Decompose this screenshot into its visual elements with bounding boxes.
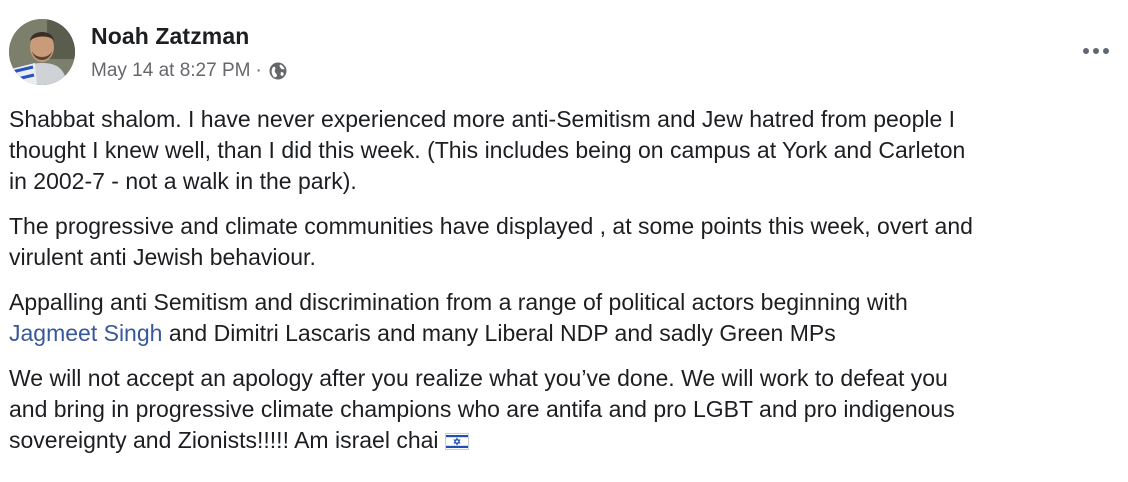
facebook-post: Noah Zatzman May 14 at 8:27 PM · Shabbat…: [0, 0, 1128, 482]
text-line: sovereignty and Zionists!!!!! Am israel …: [9, 427, 439, 453]
meta-separator: ·: [255, 60, 262, 81]
text-line: We will not accept an apology after you …: [9, 365, 948, 391]
more-dot-icon: [1093, 48, 1099, 54]
more-dot-icon: [1083, 48, 1089, 54]
profile-photo-icon: [9, 19, 75, 85]
text-line: in 2002-7 - not a walk in the park).: [9, 168, 357, 194]
avatar[interactable]: [9, 19, 75, 85]
text-line: thought I knew well, than I did this wee…: [9, 137, 966, 163]
text-line: and bring in progressive climate champio…: [9, 396, 955, 422]
more-options-button[interactable]: [1076, 40, 1116, 62]
paragraph-4: We will not accept an apology after you …: [9, 363, 1124, 456]
text-line: Appalling anti Semitism and discriminati…: [9, 289, 908, 315]
paragraph-3: Appalling anti Semitism and discriminati…: [9, 287, 1124, 349]
text-line: and Dimitri Lascaris and many Liberal ND…: [162, 320, 836, 346]
mention-link[interactable]: Jagmeet Singh: [9, 320, 162, 346]
post-meta: May 14 at 8:27 PM ·: [91, 60, 288, 82]
israel-flag-icon: [444, 427, 469, 450]
author-name[interactable]: Noah Zatzman: [91, 23, 249, 50]
text-line: The progressive and climate communities …: [9, 213, 973, 239]
paragraph-1: Shabbat shalom. I have never experienced…: [9, 104, 1124, 197]
text-line: virulent anti Jewish behaviour.: [9, 244, 316, 270]
post-body: Shabbat shalom. I have never experienced…: [9, 104, 1124, 470]
globe-icon[interactable]: [268, 61, 288, 81]
post-timestamp[interactable]: May 14 at 8:27 PM: [91, 60, 250, 82]
more-dot-icon: [1103, 48, 1109, 54]
paragraph-2: The progressive and climate communities …: [9, 211, 1124, 273]
text-line: Shabbat shalom. I have never experienced…: [9, 106, 956, 132]
